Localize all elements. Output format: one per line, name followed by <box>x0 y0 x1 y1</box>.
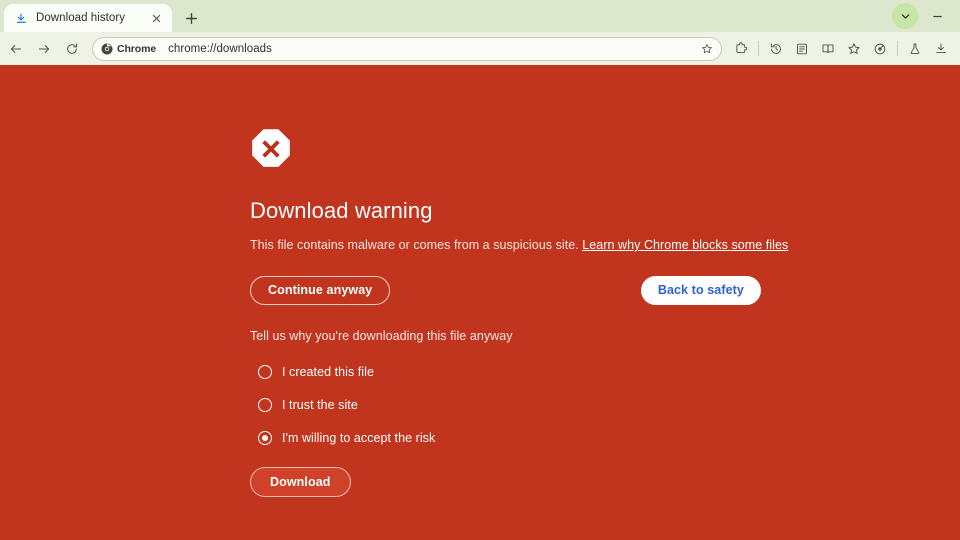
bookmarks-icon[interactable] <box>815 36 841 62</box>
reading-list-icon[interactable] <box>789 36 815 62</box>
profile-icon[interactable] <box>867 36 893 62</box>
download-icon <box>14 11 28 25</box>
reload-icon[interactable] <box>58 35 86 63</box>
tab-strip: Download history <box>0 0 960 32</box>
reason-prompt: Tell us why you're downloading this file… <box>250 328 513 343</box>
radio-accept-risk[interactable] <box>258 431 272 446</box>
toolbar-divider <box>897 41 898 56</box>
extensions-icon[interactable] <box>728 36 754 62</box>
new-tab-button[interactable] <box>178 5 204 31</box>
close-icon[interactable] <box>148 10 164 26</box>
radio-trust-site[interactable] <box>258 398 272 413</box>
error-octagon-icon <box>250 127 292 169</box>
window-controls <box>892 0 960 32</box>
history-icon[interactable] <box>763 36 789 62</box>
tab-download-history[interactable]: Download history <box>4 4 172 32</box>
downloads-icon[interactable] <box>928 36 954 62</box>
subtitle-text: This file contains malware or comes from… <box>250 238 579 253</box>
chevron-down-icon[interactable] <box>892 3 918 29</box>
url-text[interactable]: chrome://downloads <box>168 43 691 55</box>
browser-toolbar: Chrome chrome://downloads <box>0 32 960 65</box>
browser-window: Download history Chrome chrome://downloa… <box>0 0 960 540</box>
chrome-logo-icon <box>101 43 113 54</box>
page-content: Download warning This file contains malw… <box>0 65 960 540</box>
toolbar-divider <box>758 41 759 56</box>
reason-label: I created this file <box>282 365 374 380</box>
chrome-chip: Chrome <box>101 43 156 55</box>
download-warning-interstitial: Download warning This file contains malw… <box>250 127 810 498</box>
star-outline-icon[interactable] <box>841 36 867 62</box>
reason-option-accept-risk[interactable]: I'm willing to accept the risk <box>250 422 810 455</box>
back-to-safety-button[interactable]: Back to safety <box>640 276 761 305</box>
page-title: Download warning <box>250 198 433 223</box>
back-arrow-icon[interactable] <box>2 35 30 63</box>
forward-arrow-icon[interactable] <box>30 35 58 63</box>
radio-created-file[interactable] <box>258 365 272 380</box>
download-button[interactable]: Download <box>250 466 351 498</box>
address-bar[interactable]: Chrome chrome://downloads <box>92 36 722 61</box>
reason-label: I'm willing to accept the risk <box>282 431 436 446</box>
reason-option-trust-site[interactable]: I trust the site <box>250 389 810 422</box>
learn-more-link[interactable]: Learn why Chrome blocks some files <box>582 238 788 252</box>
star-icon[interactable] <box>697 39 717 59</box>
page-subtitle: This file contains malware or comes from… <box>250 236 810 254</box>
reason-label: I trust the site <box>282 398 358 413</box>
tab-title: Download history <box>36 12 126 24</box>
minimize-icon[interactable] <box>920 2 954 30</box>
flask-icon[interactable] <box>902 36 928 62</box>
primary-button-row: Continue anyway Back to safety <box>250 276 761 305</box>
chrome-chip-label: Chrome <box>117 42 157 55</box>
reason-option-created[interactable]: I created this file <box>250 356 810 389</box>
continue-anyway-button[interactable]: Continue anyway <box>250 276 391 305</box>
